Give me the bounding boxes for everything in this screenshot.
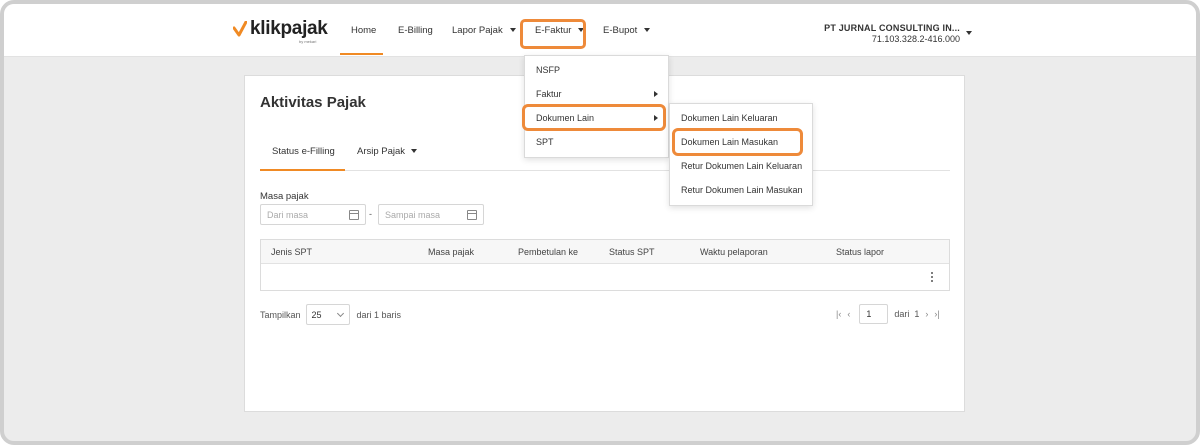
calendar-icon xyxy=(349,210,359,220)
column-header[interactable]: Status SPT xyxy=(609,247,655,257)
tab-active-indicator xyxy=(260,169,345,171)
date-from-placeholder: Dari masa xyxy=(267,210,309,220)
tab-status-efilling[interactable]: Status e-Filling xyxy=(272,146,335,157)
per-page-select[interactable]: 25 xyxy=(305,304,350,325)
next-page-icon[interactable]: › xyxy=(925,309,928,319)
row-count-label: dari 1 baris xyxy=(356,309,402,320)
date-from-input[interactable]: Dari masa xyxy=(260,204,366,225)
menu-item-faktur[interactable]: Faktur xyxy=(536,89,562,99)
menu-item-nsfp[interactable]: NSFP xyxy=(536,65,560,75)
per-page-value: 25 xyxy=(311,310,322,320)
total-pages: 1 xyxy=(914,309,920,319)
dokumen-lain-highlight-annotation xyxy=(522,104,666,131)
nav-ebilling-label: E-Billing xyxy=(398,24,433,36)
nav-ebilling[interactable]: E-Billing xyxy=(398,4,433,56)
nav-home[interactable]: Home xyxy=(351,4,376,56)
nav-ebupot[interactable]: E-Bupot xyxy=(603,4,651,56)
page-input[interactable]: 1 xyxy=(859,304,889,324)
caret-down-icon xyxy=(644,28,651,32)
date-to-placeholder: Sampai masa xyxy=(385,210,441,220)
tab-arsip-label: Arsip Pajak xyxy=(357,146,406,157)
masukan-highlight-annotation xyxy=(672,128,803,156)
column-header[interactable]: Status lapor xyxy=(836,247,884,257)
show-label: Tampilkan xyxy=(260,309,301,320)
masa-pajak-label: Masa pajak xyxy=(260,191,309,202)
spt-table: Jenis SPT Masa pajak Pembetulan ke Statu… xyxy=(260,239,950,291)
chevron-down-icon xyxy=(336,309,344,318)
prev-page-icon[interactable]: ‹ xyxy=(847,309,850,319)
caret-down-icon xyxy=(509,28,516,32)
efaktur-highlight-annotation xyxy=(520,19,586,49)
page-title: Aktivitas Pajak xyxy=(260,94,366,111)
company-name: PT JURNAL CONSULTING IN... xyxy=(824,23,960,33)
company-switcher[interactable]: PT JURNAL CONSULTING IN... 71.103.328.2-… xyxy=(824,23,960,45)
column-header[interactable]: Masa pajak xyxy=(428,247,474,257)
top-navbar: klikpajak by mekari Home E-Billing Lapor… xyxy=(4,4,1196,57)
brand-sub: by mekari xyxy=(299,39,317,44)
page-value: 1 xyxy=(866,309,872,319)
column-header[interactable]: Jenis SPT xyxy=(271,247,312,257)
nav-home-label: Home xyxy=(351,24,377,36)
check-logo-icon xyxy=(233,21,247,37)
menu-item-spt[interactable]: SPT xyxy=(536,137,554,147)
nav-ebupot-label: E-Bupot xyxy=(603,24,638,36)
caret-down-icon xyxy=(411,149,418,154)
app-frame: klikpajak by mekari Home E-Billing Lapor… xyxy=(0,0,1200,445)
rows-per-page: Tampilkan 25 dari 1 baris xyxy=(260,304,401,325)
tab-arsip-pajak[interactable]: Arsip Pajak xyxy=(357,146,418,157)
brand-logo[interactable]: klikpajak by mekari xyxy=(233,18,328,44)
brand-name: klikpajak xyxy=(250,18,328,39)
last-page-icon[interactable]: ›| xyxy=(934,309,939,319)
caret-right-icon xyxy=(654,91,658,97)
nav-lapor-label: Lapor Pajak xyxy=(452,24,503,36)
more-options-icon[interactable] xyxy=(931,272,934,284)
date-to-input[interactable]: Sampai masa xyxy=(378,204,484,225)
column-header[interactable]: Waktu pelaporan xyxy=(700,247,768,257)
nav-lapor-pajak[interactable]: Lapor Pajak xyxy=(452,4,516,56)
of-pages-label: dari xyxy=(894,309,910,319)
nav-active-indicator xyxy=(340,53,383,55)
company-npwp: 71.103.328.2-416.000 xyxy=(871,34,960,44)
tab-status-label: Status e-Filling xyxy=(272,146,335,157)
date-separator: - xyxy=(369,209,372,219)
menu-item-dokumen-lain-keluaran[interactable]: Dokumen Lain Keluaran xyxy=(681,113,778,123)
menu-item-retur-keluaran[interactable]: Retur Dokumen Lain Keluaran xyxy=(681,161,802,171)
first-page-icon[interactable]: |‹ xyxy=(836,309,841,319)
menu-item-retur-masukan[interactable]: Retur Dokumen Lain Masukan xyxy=(681,185,803,195)
column-header[interactable]: Pembetulan ke xyxy=(518,247,578,257)
calendar-icon xyxy=(467,210,477,220)
table-header: Jenis SPT Masa pajak Pembetulan ke Statu… xyxy=(261,240,949,264)
company-caret-icon[interactable] xyxy=(966,31,972,35)
pagination: |‹ ‹ 1 dari 1 › ›| xyxy=(833,304,943,324)
